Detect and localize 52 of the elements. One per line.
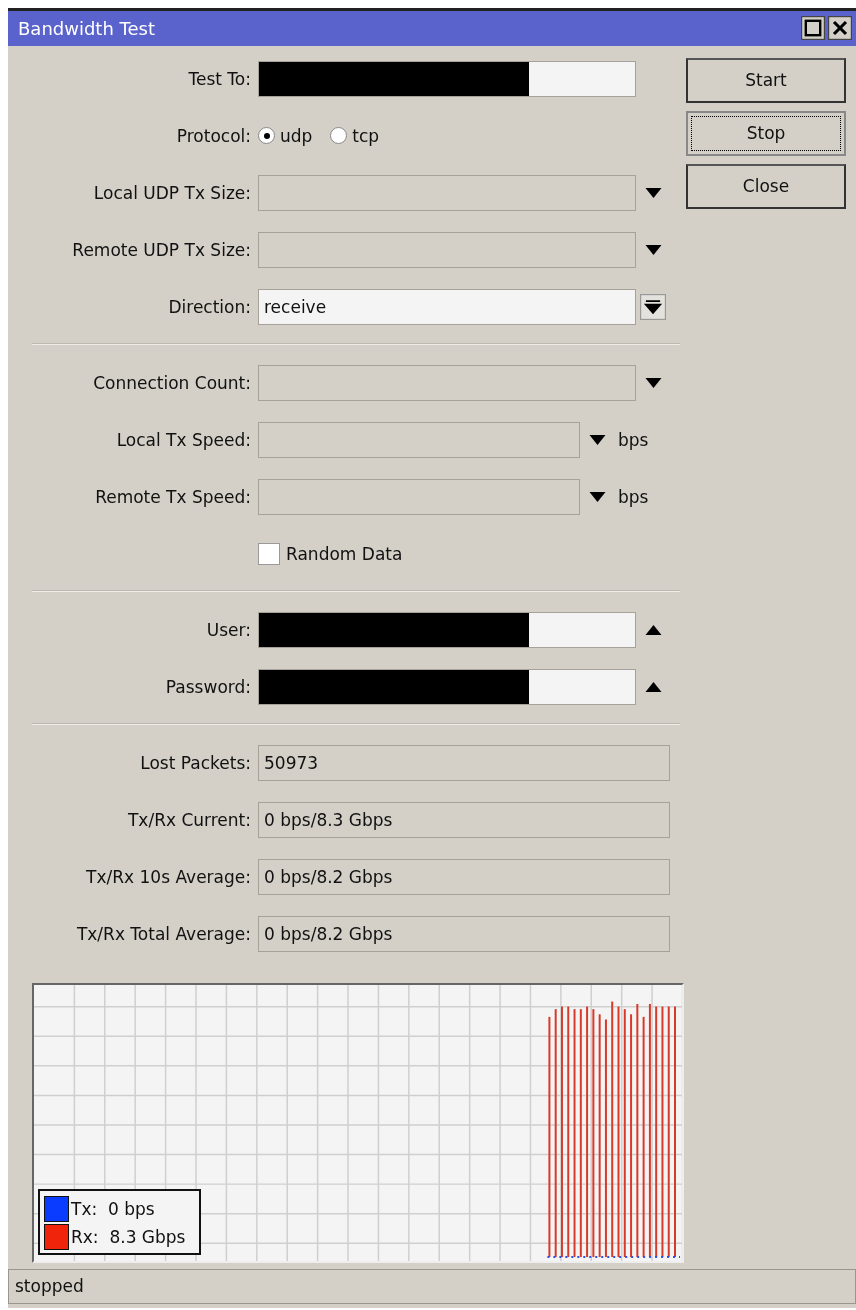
radio-button[interactable] [330,127,348,145]
dialog-button[interactable]: Stop [686,110,846,156]
combo-field[interactable] [258,174,636,211]
readonly-field: 0 bps/8.2 Gbps [258,915,670,952]
field-label: Tx/Rx 10s Average: [86,866,251,887]
input-field[interactable] [258,668,636,705]
field-label: Protocol: [176,125,251,146]
maximize-icon[interactable] [801,16,825,41]
field-label: Test To: [188,68,251,89]
field-label: Password: [165,676,251,697]
combo-field[interactable] [258,231,636,268]
dropdown-arrow-icon[interactable] [588,491,606,502]
checkbox-label: Random Data [286,543,403,564]
unit-label: bps [618,429,649,450]
field-label: Remote Tx Speed: [95,486,251,507]
field-label: Connection Count: [93,372,251,393]
field-label: Local UDP Tx Size: [93,182,251,203]
field-label: Tx/Rx Current: [127,809,251,830]
combo-field[interactable] [258,478,580,515]
field-label: Remote UDP Tx Size: [72,239,251,260]
dropdown-arrow-icon[interactable] [644,244,662,255]
dropdown-arrow-icon[interactable] [588,434,606,445]
field-label: Local Tx Speed: [116,429,251,450]
input-field[interactable] [258,611,636,648]
collapse-arrow-icon[interactable] [644,624,662,635]
combo-field[interactable] [258,364,636,401]
dropdown-icon[interactable] [640,291,666,322]
legend-label: Rx: 8.3 Gbps [71,1226,186,1247]
input-field[interactable] [258,60,636,97]
readonly-field: 0 bps/8.2 Gbps [258,858,670,895]
dropdown-arrow-icon[interactable] [644,187,662,198]
field-label: Tx/Rx Total Average: [76,923,251,944]
field-label: Lost Packets: [140,752,251,773]
field-label: Direction: [168,296,251,317]
radio-button[interactable] [258,127,275,145]
checkbox[interactable] [258,542,280,565]
dialog-button[interactable]: Close [686,163,846,209]
select-field[interactable]: receive [258,288,636,325]
unit-label: bps [618,486,649,507]
collapse-arrow-icon[interactable] [644,681,662,692]
dropdown-arrow-icon[interactable] [644,377,662,388]
readonly-field: 50973 [258,744,670,781]
readonly-field: 0 bps/8.3 Gbps [258,801,670,838]
dialog-button[interactable]: Start [686,57,846,103]
radio-label: tcp [352,125,380,146]
field-label: User: [206,619,251,640]
combo-field[interactable] [258,421,580,458]
status-bar: stopped [8,1268,856,1304]
radio-label: udp [280,125,313,146]
legend-label: Tx: 0 bps [71,1198,155,1219]
close-icon[interactable] [828,16,852,41]
window-title: Bandwidth Test [18,17,155,39]
